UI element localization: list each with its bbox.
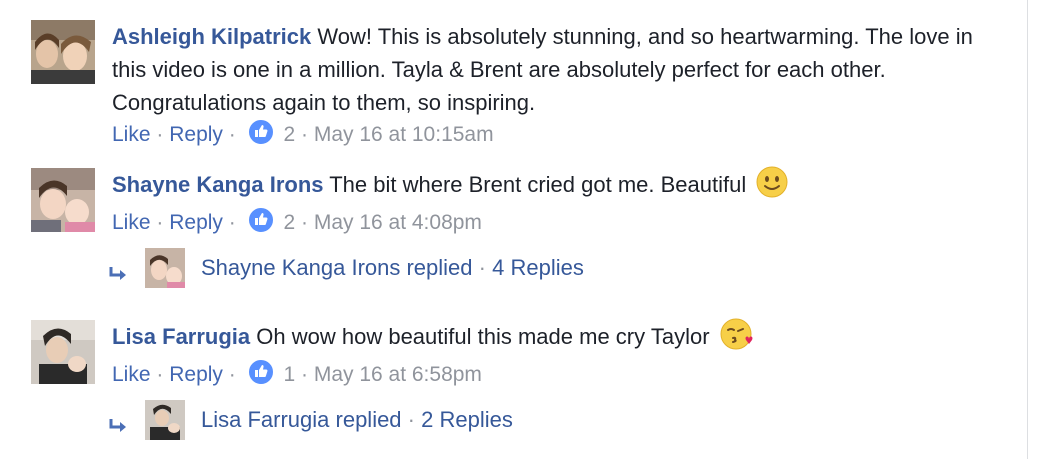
like-button[interactable]: Like [112,123,151,146]
like-button[interactable]: Like [112,363,151,386]
comment-actions: Like · Reply · 2 · May 16 at 4:08pm [112,207,992,239]
comment-actions: Like · Reply · 2 · May 16 at 10:15am [112,119,992,151]
like-count[interactable]: 2 [283,123,295,146]
comment-text: Oh wow how beautiful this made me cry Ta… [256,324,710,349]
reply-arrow-icon [108,258,130,298]
comment-text-block: Lisa Farrugia Oh wow how beautiful this … [112,318,992,359]
face-blowing-kiss-icon [720,318,754,359]
slightly-smiling-face-icon [756,166,788,207]
separator: · [228,363,236,386]
separator: · [228,123,236,146]
avatar[interactable] [31,168,95,232]
like-button[interactable]: Like [112,211,151,234]
separator: · [228,211,236,234]
replier-name: Shayne Kanga Irons replied [201,255,473,280]
like-count[interactable]: 2 [283,211,295,234]
avatar[interactable] [31,320,95,384]
like-count[interactable]: 1 [283,363,295,386]
comment-author[interactable]: Shayne Kanga Irons [112,172,324,197]
replies-summary[interactable]: Lisa Farrugia replied · 2 Replies [109,400,813,440]
avatar[interactable] [31,20,95,84]
reply-button[interactable]: Reply [169,123,223,146]
comment-text-block: Ashleigh Kilpatrick Wow! This is absolut… [112,20,992,119]
comment-actions: Like · Reply · 1 · May 16 at 6:58pm [112,359,992,391]
comment-text-block: Shayne Kanga Irons The bit where Brent c… [112,166,992,207]
reply-arrow-icon [108,410,130,450]
panel-border [1027,0,1028,459]
replier-name: Lisa Farrugia replied [201,407,402,432]
comment-author[interactable]: Ashleigh Kilpatrick [112,24,311,49]
separator: · [478,255,486,280]
view-replies-link[interactable]: Lisa Farrugia replied · 2 Replies [201,400,513,440]
comment-timestamp[interactable]: May 16 at 6:58pm [314,363,482,386]
reply-count: 2 Replies [421,407,513,432]
reply-button[interactable]: Reply [169,211,223,234]
comment-author[interactable]: Lisa Farrugia [112,324,250,349]
reply-button[interactable]: Reply [169,363,223,386]
like-reaction-icon[interactable] [247,119,274,145]
like-reaction-icon[interactable] [247,207,274,233]
separator: · [300,123,308,146]
separator: · [156,363,164,386]
comment-timestamp[interactable]: May 16 at 4:08pm [314,211,482,234]
separator: · [300,211,308,234]
separator: · [156,211,164,234]
avatar[interactable] [145,248,185,288]
like-reaction-icon[interactable] [247,359,274,385]
reply-count: 4 Replies [492,255,584,280]
separator: · [156,123,164,146]
view-replies-link[interactable]: Shayne Kanga Irons replied · 4 Replies [201,248,584,288]
comment-timestamp[interactable]: May 16 at 10:15am [314,123,494,146]
comment-text: The bit where Brent cried got me. Beauti… [329,172,747,197]
avatar[interactable] [145,400,185,440]
separator: · [407,407,415,432]
replies-summary[interactable]: Shayne Kanga Irons replied · 4 Replies [109,248,813,288]
separator: · [300,363,308,386]
